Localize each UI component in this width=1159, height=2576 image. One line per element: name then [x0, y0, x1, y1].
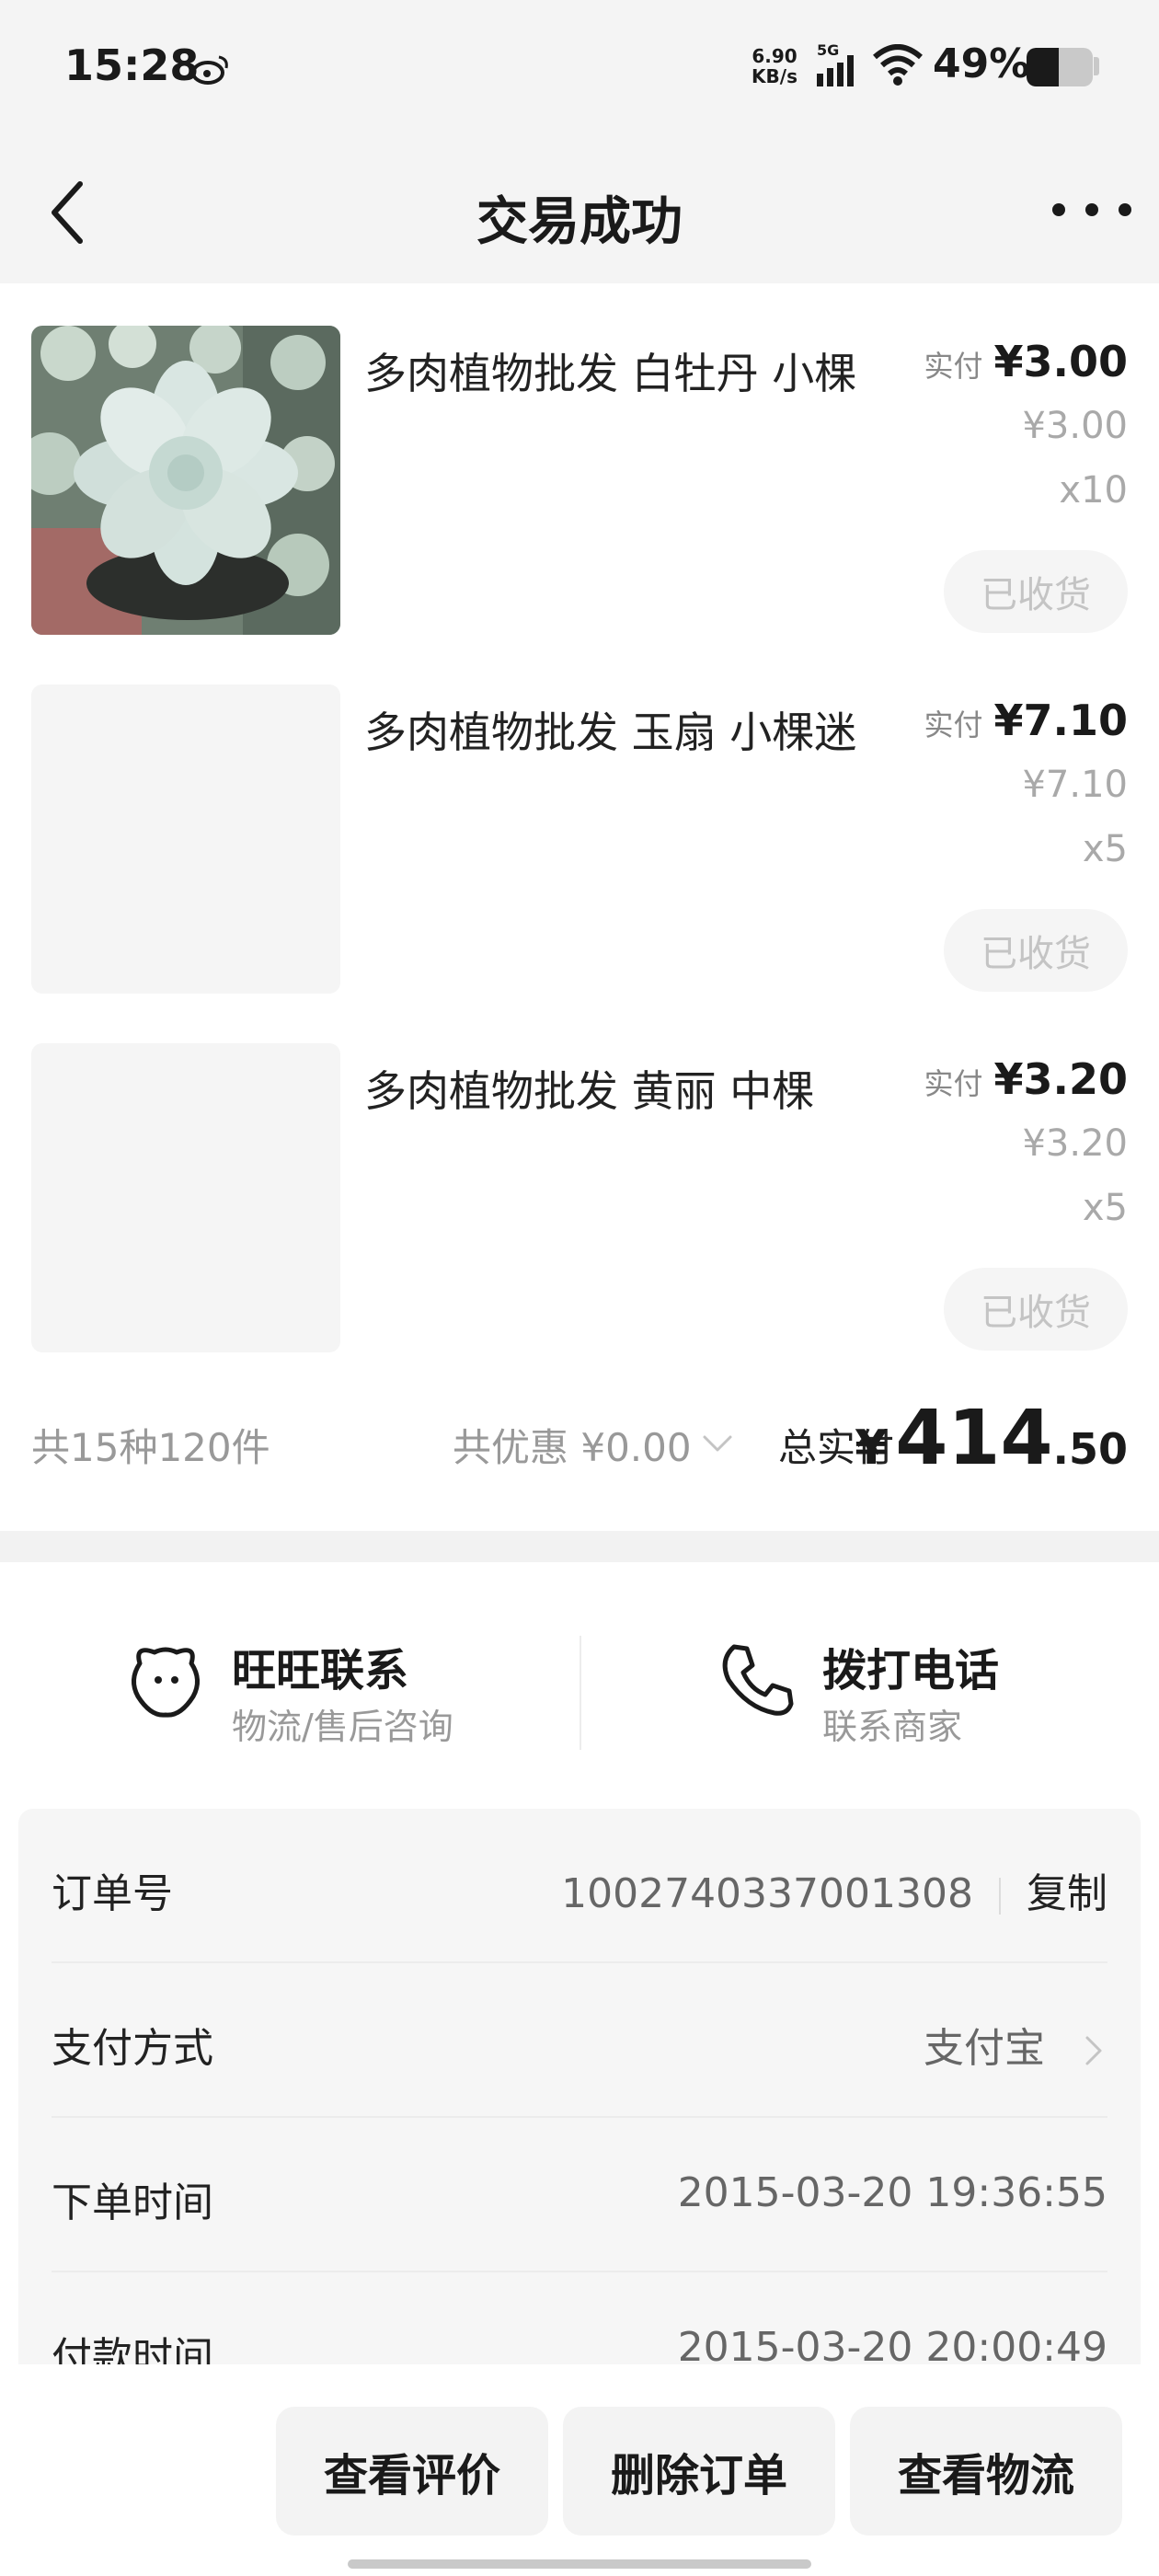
- chevron-right-icon: [1085, 2036, 1102, 2065]
- copy-button[interactable]: 复制: [1027, 1870, 1107, 1917]
- order-number-row: 订单号 1002740337001308 复制: [52, 1809, 1107, 1963]
- item-count: 共15种120件: [31, 1425, 270, 1470]
- divider: [999, 1878, 1001, 1915]
- received-status-button[interactable]: 已收货: [944, 550, 1128, 633]
- order-summary: 共15种120件 共优惠 ¥0.00 总实付 ¥ 414 .50: [0, 1384, 1159, 1482]
- bottom-action-bar: 查看评价 删除订单 查看物流: [0, 2364, 1159, 2576]
- more-button[interactable]: [1049, 184, 1135, 236]
- order-items-card: 多肉植物批发 白牡丹 小棵 实付 ¥3.00 ¥3.00 x10 已收货 多肉植…: [0, 283, 1159, 1531]
- wangwang-subtitle: 物流/售后咨询: [232, 1707, 453, 1747]
- weibo-icon: [191, 55, 228, 85]
- order-number-label: 订单号: [52, 1870, 173, 1917]
- view-logistics-button[interactable]: 查看物流: [850, 2407, 1122, 2536]
- quantity: x10: [1059, 469, 1128, 512]
- product-image[interactable]: [31, 1043, 340, 1352]
- wangwang-title: 旺旺联系: [232, 1645, 409, 1696]
- payment-method: 支付宝: [924, 2025, 1045, 2072]
- paid-label: 实付: [924, 707, 983, 742]
- order-item[interactable]: 多肉植物批发 白牡丹 小棵 实付 ¥3.00 ¥3.00 x10 已收货: [0, 283, 1159, 635]
- price-box: 实付 ¥3.00 ¥3.00 x10: [924, 337, 1128, 512]
- original-price: ¥7.10: [1022, 764, 1128, 806]
- page-title: 交易成功: [476, 192, 683, 252]
- quantity: x5: [1082, 828, 1128, 870]
- signal-icon: 5G: [817, 41, 854, 86]
- order-time: 2015-03-20 19:36:55: [677, 2169, 1107, 2216]
- battery-percent: 49%: [933, 40, 1030, 87]
- payment-method-row[interactable]: 支付方式 支付宝: [52, 1963, 1107, 2118]
- status-bar: 15:28 6.90 KB/s 5G 49%: [0, 0, 1159, 138]
- call-merchant-button[interactable]: 拨打电话 联系商家: [580, 1608, 1159, 1774]
- paid-label: 实付: [924, 349, 983, 384]
- battery-fill: [1027, 48, 1060, 86]
- view-review-button[interactable]: 查看评价: [276, 2407, 548, 2536]
- more-dots-icon: [1119, 203, 1131, 216]
- nav-bar: 交易成功: [0, 138, 1159, 283]
- order-item[interactable]: 多肉植物批发 黄丽 中棵 实付 ¥3.20 ¥3.20 x5 已收货: [0, 1001, 1159, 1352]
- paid-label: 实付: [924, 1066, 983, 1101]
- received-status-button[interactable]: 已收货: [944, 1268, 1128, 1351]
- chevron-down-icon[interactable]: [701, 1432, 734, 1457]
- original-price: ¥3.00: [1022, 405, 1128, 447]
- payment-method-label: 支付方式: [52, 2025, 213, 2072]
- succulent-photo: [31, 326, 340, 635]
- product-title[interactable]: 多肉植物批发 黄丽 中棵: [364, 1058, 814, 1119]
- discount-total[interactable]: 共优惠 ¥0.00: [453, 1417, 692, 1473]
- wangwang-icon: [132, 1647, 200, 1718]
- order-time-label: 下单时间: [52, 2179, 213, 2226]
- more-dots-icon: [1052, 203, 1065, 216]
- order-number: 1002740337001308: [561, 1870, 973, 1917]
- original-price: ¥3.20: [1022, 1122, 1128, 1165]
- price-box: 实付 ¥3.20 ¥3.20 x5: [924, 1054, 1128, 1229]
- product-image[interactable]: [31, 684, 340, 994]
- order-item[interactable]: 多肉植物批发 玉扇 小棵迷 实付 ¥7.10 ¥7.10 x5 已收货: [0, 642, 1159, 994]
- more-dots-icon: [1085, 203, 1098, 216]
- product-title[interactable]: 多肉植物批发 玉扇 小棵迷: [364, 699, 856, 760]
- total-paid-amount: ¥ 414 .50: [855, 1395, 1128, 1482]
- order-time-row: 下单时间 2015-03-20 19:36:55: [52, 2118, 1107, 2272]
- product-title[interactable]: 多肉植物批发 白牡丹 小棵: [364, 340, 856, 401]
- home-indicator[interactable]: [348, 2559, 811, 2569]
- battery-icon: [1027, 48, 1093, 86]
- svg-text:5G: 5G: [817, 41, 839, 59]
- phone-subtitle: 联系商家: [822, 1707, 963, 1747]
- battery-tip: [1094, 57, 1099, 75]
- status-time: 15:28: [64, 40, 200, 90]
- delete-order-button[interactable]: 删除订单: [563, 2407, 835, 2536]
- product-image[interactable]: [31, 326, 340, 635]
- paid-price: ¥3.20: [993, 1054, 1128, 1104]
- received-status-button[interactable]: 已收货: [944, 909, 1128, 992]
- network-speed: 6.90 KB/s: [752, 45, 798, 87]
- paid-price: ¥7.10: [993, 696, 1128, 745]
- wangwang-contact-button[interactable]: 旺旺联系 物流/售后咨询: [0, 1608, 580, 1774]
- phone-title: 拨打电话: [822, 1645, 1000, 1696]
- phone-icon: [722, 1644, 794, 1716]
- price-box: 实付 ¥7.10 ¥7.10 x5: [924, 696, 1128, 870]
- wifi-icon: [873, 44, 923, 86]
- quantity: x5: [1082, 1187, 1128, 1229]
- paid-price: ¥3.00: [993, 337, 1128, 386]
